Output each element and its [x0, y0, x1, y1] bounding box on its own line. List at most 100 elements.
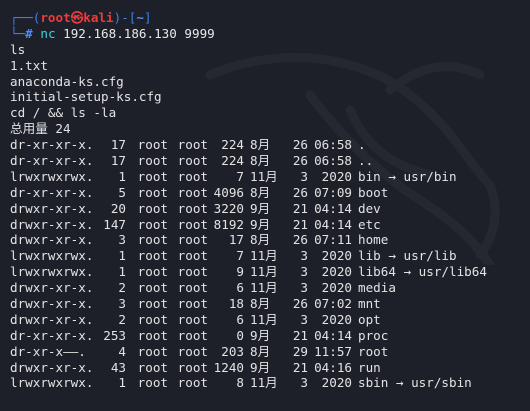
- listing-day: 21: [292, 327, 308, 343]
- prompt-line-command[interactable]: └─# nc 192.168.186.130 9999: [10, 26, 524, 42]
- listing-name: proc: [358, 327, 389, 343]
- prompt-frame-mid: )-[: [113, 10, 137, 25]
- listing-day: 3: [300, 248, 308, 264]
- listing-row: lrwxrwxrwx. 1 root root 9 11月 3 2020 lib64 → usr…: [10, 264, 524, 280]
- listing-name: etc: [358, 216, 381, 232]
- listing-size: 0: [236, 327, 244, 343]
- listing-month: 9月: [250, 327, 271, 343]
- output-line: initial-setup-ks.cfg: [10, 89, 162, 105]
- listing-day: 21: [292, 200, 308, 216]
- prompt-path: ~: [136, 10, 144, 25]
- listing-month: 8月: [250, 184, 271, 200]
- listing-time: 2020: [321, 280, 352, 296]
- listing-owner: root: [137, 184, 168, 200]
- listing-row: drwxr-xr-x. 43 root root 1240 9月 21 04:16 run: [10, 360, 524, 376]
- listing-row: dr-xr-xr-x. 17 root root 224 8月 26 06:58.: [10, 137, 524, 153]
- listing-month: 8月: [250, 296, 271, 312]
- listing-size: 9: [236, 264, 244, 280]
- listing-name: lib → usr/lib: [358, 248, 457, 264]
- listing-owner: root: [137, 200, 168, 216]
- listing-group: root: [177, 359, 208, 375]
- listing-perm: lrwxrwxrwx.: [10, 375, 94, 391]
- listing-links: 1: [118, 264, 126, 280]
- listing-row: drwxr-xr-x. 2 root root 6 11月 3 2020 opt: [10, 312, 524, 328]
- output-line: anaconda-ks.cfg: [10, 73, 124, 89]
- listing-perm: dr-xr-xr-x.: [10, 184, 94, 200]
- listing-links: 147: [103, 216, 126, 232]
- listing-group: root: [177, 311, 208, 327]
- listing-size: 1240: [213, 359, 244, 375]
- listing-links: 17: [110, 153, 126, 169]
- output-line: 1.txt: [10, 57, 48, 73]
- listing-links: 1: [118, 248, 126, 264]
- output-line: cd / && ls -la: [10, 105, 117, 121]
- listing-row: dr-xr-xr-x. 5 root root 4096 8月 26 07:09 boot: [10, 185, 524, 201]
- listing-links: 1: [118, 375, 126, 391]
- listing-time: 2020: [321, 264, 352, 280]
- listing-links: 3: [118, 232, 126, 248]
- prompt-root-symbol: #: [25, 25, 33, 41]
- listing-month: 8月: [250, 232, 271, 248]
- listing-time: 2020: [321, 248, 352, 264]
- listing-size: 224: [221, 137, 244, 153]
- prompt-line-top: ┌──(root㉿kali)-[~]: [10, 10, 524, 26]
- listing-name: mnt: [358, 296, 381, 312]
- prompt-frame-end: ]: [143, 10, 152, 25]
- listing-name: dev: [358, 200, 381, 216]
- listing-month: 9月: [250, 216, 271, 232]
- listing-perm: dr-xr-xr-x.: [10, 327, 94, 343]
- listing-links: 2: [118, 280, 126, 296]
- listing-perm: drwxr-xr-x.: [10, 296, 94, 312]
- listing-month: 11月: [250, 248, 278, 264]
- listing-group: root: [177, 327, 208, 343]
- listing-size: 8192: [213, 216, 244, 232]
- listing-owner: root: [137, 216, 168, 232]
- listing-row: lrwxrwxrwx. 1 root root 7 11月 3 2020 bin → usr/b…: [10, 169, 524, 185]
- listing-name: bin → usr/bin: [358, 168, 457, 184]
- listing-row: drwxr-xr-x. 3 root root 18 8月 26 07:02 mnt: [10, 296, 524, 312]
- listing-row: lrwxrwxrwx. 1 root root 7 11月 3 2020 lib → usr/l…: [10, 248, 524, 264]
- listing-time: 06:58: [314, 153, 352, 169]
- listing-size: 17: [228, 232, 244, 248]
- listing-row: dr-xr-xr-x. 253 root root 0 9月 21 04:14 proc: [10, 328, 524, 344]
- listing-month: 11月: [250, 264, 278, 280]
- listing-size: 18: [228, 296, 244, 312]
- listing-day: 21: [292, 216, 308, 232]
- listing-group: root: [177, 184, 208, 200]
- listing-owner: root: [137, 375, 168, 391]
- directory-listing: dr-xr-xr-x. 17 root root 224 8月 26 06:58. dr-xr-…: [10, 137, 524, 391]
- listing-owner: root: [137, 311, 168, 327]
- command-name: nc: [40, 25, 56, 41]
- terminal-window[interactable]: ┌──(root㉿kali)-[~] └─# nc 192.168.186.13…: [0, 0, 530, 411]
- listing-links: 20: [110, 200, 126, 216]
- terminal-output: ┌──(root㉿kali)-[~] └─# nc 192.168.186.13…: [10, 10, 524, 391]
- listing-time: 07:09: [314, 184, 352, 200]
- listing-links: 4: [118, 343, 126, 359]
- listing-owner: root: [137, 327, 168, 343]
- prompt-frame-top: ┌──(: [10, 10, 41, 25]
- listing-name: run: [358, 359, 381, 375]
- listing-day: 3: [300, 264, 308, 280]
- listing-owner: root: [137, 343, 168, 359]
- listing-group: root: [177, 375, 208, 391]
- listing-group: root: [177, 153, 208, 169]
- listing-size: 6: [236, 311, 244, 327]
- listing-day: 26: [292, 232, 308, 248]
- listing-time: 04:14: [314, 327, 352, 343]
- listing-group: root: [177, 200, 208, 216]
- listing-size: 6: [236, 280, 244, 296]
- listing-month: 8月: [250, 137, 271, 153]
- listing-links: 3: [118, 296, 126, 312]
- listing-day: 26: [292, 184, 308, 200]
- prompt-at-symbol: ㉿: [70, 10, 84, 25]
- prompt-frame-bottom: └─: [10, 25, 26, 41]
- listing-perm: dr-xr-xr-x.: [10, 137, 94, 153]
- listing-perm: lrwxrwxrwx.: [10, 168, 94, 184]
- listing-name: media: [358, 280, 396, 296]
- listing-perm: lrwxrwxrwx.: [10, 248, 94, 264]
- listing-group: root: [177, 280, 208, 296]
- listing-group: root: [177, 296, 208, 312]
- listing-perm: drwxr-xr-x.: [10, 200, 94, 216]
- listing-time: 07:02: [314, 296, 352, 312]
- listing-size: 203: [221, 343, 244, 359]
